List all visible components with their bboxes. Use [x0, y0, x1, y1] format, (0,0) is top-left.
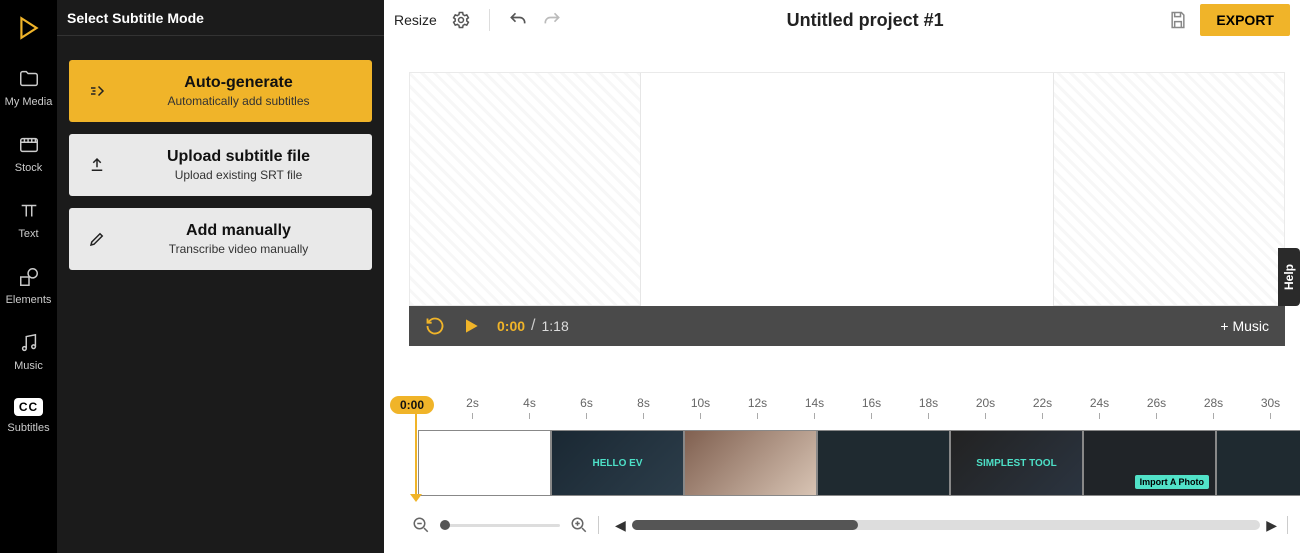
nav-elements[interactable]: Elements: [0, 254, 57, 320]
undo-icon: [508, 10, 528, 30]
nav-text[interactable]: Text: [0, 188, 57, 254]
option-title: Auto-generate: [115, 74, 362, 92]
option-title: Upload subtitle file: [115, 148, 362, 166]
playhead-label[interactable]: 0:00: [390, 396, 434, 414]
zoom-in-button[interactable]: [570, 516, 588, 534]
zoom-in-icon: [570, 516, 588, 534]
clip[interactable]: HELLO EV: [551, 430, 684, 496]
music-icon: [18, 332, 40, 354]
current-time: 0:00: [497, 318, 525, 334]
text-icon: [18, 200, 40, 222]
zoom-out-button[interactable]: [412, 516, 430, 534]
restart-icon: [425, 316, 445, 336]
preview-canvas: [409, 72, 1285, 306]
folder-icon: [18, 68, 40, 90]
time-separator: /: [531, 317, 535, 335]
export-button[interactable]: EXPORT: [1200, 4, 1290, 36]
option-title: Add manually: [115, 222, 362, 240]
clip-badge: Import A Photo: [1135, 475, 1209, 489]
scroll-left-button[interactable]: ◀: [615, 517, 626, 534]
ruler-tick: 22s: [1014, 396, 1071, 424]
ruler-tick: 2s: [444, 396, 501, 424]
play-button[interactable]: [461, 316, 481, 336]
film-icon: [18, 134, 40, 156]
scroll-right-button[interactable]: ▶: [1266, 517, 1277, 534]
nav-label: Stock: [15, 162, 43, 174]
resize-button[interactable]: Resize: [394, 12, 437, 28]
upload-icon: [79, 156, 115, 174]
ruler-tick: 10s: [672, 396, 729, 424]
ruler-tick: 20s: [957, 396, 1014, 424]
save-button[interactable]: [1168, 10, 1188, 30]
zoom-slider[interactable]: [440, 524, 560, 527]
option-subtitle: Upload existing SRT file: [115, 168, 362, 182]
timeline: 2s 4s 6s 8s 10s 12s 14s 16s 18s 20s 22s …: [384, 396, 1300, 553]
project-title[interactable]: Untitled project #1: [562, 10, 1169, 31]
ruler-tick: 30s: [1242, 396, 1299, 424]
nav-label: Text: [18, 228, 38, 240]
nav-music[interactable]: Music: [0, 320, 57, 386]
option-upload-srt[interactable]: Upload subtitle file Upload existing SRT…: [69, 134, 372, 196]
undo-button[interactable]: [508, 10, 528, 30]
option-subtitle: Transcribe video manually: [115, 242, 362, 256]
ruler-tick: 26s: [1128, 396, 1185, 424]
ruler-tick: 4s: [501, 396, 558, 424]
redo-icon: [542, 10, 562, 30]
nav-subtitles[interactable]: CC Subtitles: [0, 386, 57, 448]
ruler-tick: 18s: [900, 396, 957, 424]
clip[interactable]: Import A Photo: [1083, 430, 1216, 496]
shapes-icon: [18, 266, 40, 288]
preview-frame: [640, 73, 1054, 307]
nav-stock[interactable]: Stock: [0, 122, 57, 188]
panel-title: Select Subtitle Mode: [57, 0, 384, 36]
help-tab[interactable]: Help: [1278, 248, 1300, 306]
ruler-tick: 12s: [729, 396, 786, 424]
ruler-tick: 6s: [558, 396, 615, 424]
nav-label: Elements: [6, 294, 52, 306]
duration: 1:18: [541, 318, 568, 334]
ruler-tick: 8s: [615, 396, 672, 424]
add-music-button[interactable]: + Music: [1220, 318, 1269, 334]
subtitle-panel: Select Subtitle Mode Auto-generate Autom…: [57, 0, 384, 553]
play-icon: [461, 316, 481, 336]
option-add-manually[interactable]: Add manually Transcribe video manually: [69, 208, 372, 270]
ruler-tick: 24s: [1071, 396, 1128, 424]
playhead-arrow-icon: [410, 494, 422, 502]
gear-icon: [451, 10, 471, 30]
nav-label: Subtitles: [7, 422, 49, 434]
video-track[interactable]: HELLO EV SIMPLEST TOOL Import A Photo: [418, 430, 1300, 496]
clip[interactable]: [684, 430, 817, 496]
nav-label: My Media: [5, 96, 53, 108]
sparkle-icon: [79, 82, 115, 100]
redo-button[interactable]: [542, 10, 562, 30]
pencil-icon: [79, 230, 115, 248]
option-auto-generate[interactable]: Auto-generate Automatically add subtitle…: [69, 60, 372, 122]
timeline-ruler[interactable]: 2s 4s 6s 8s 10s 12s 14s 16s 18s 20s 22s …: [444, 396, 1300, 424]
top-bar: Resize Untitled project #1 EXPORT: [384, 0, 1300, 40]
save-icon: [1168, 10, 1188, 30]
clip[interactable]: SIMPLEST TOOL: [950, 430, 1083, 496]
timeline-controls: ◀ ▶: [412, 515, 1288, 535]
nav-my-media[interactable]: My Media: [0, 56, 57, 122]
divider: [598, 516, 599, 534]
option-subtitle: Automatically add subtitles: [115, 94, 362, 108]
divider: [1287, 516, 1288, 534]
clip[interactable]: [1216, 430, 1300, 496]
nav-label: Music: [14, 360, 43, 372]
play-bar: 0:00 / 1:18 + Music: [409, 306, 1285, 346]
ruler-tick: 28s: [1185, 396, 1242, 424]
divider: [489, 9, 490, 31]
timeline-scrollbar[interactable]: [632, 520, 1260, 530]
ruler-tick: 16s: [843, 396, 900, 424]
ruler-tick: 14s: [786, 396, 843, 424]
settings-button[interactable]: [451, 10, 471, 30]
app-logo: [16, 0, 42, 56]
clip[interactable]: [817, 430, 950, 496]
zoom-out-icon: [412, 516, 430, 534]
cc-icon: CC: [14, 398, 43, 416]
restart-button[interactable]: [425, 316, 445, 336]
clip[interactable]: [418, 430, 551, 496]
left-rail: My Media Stock Text Elements Music CC Su…: [0, 0, 57, 553]
